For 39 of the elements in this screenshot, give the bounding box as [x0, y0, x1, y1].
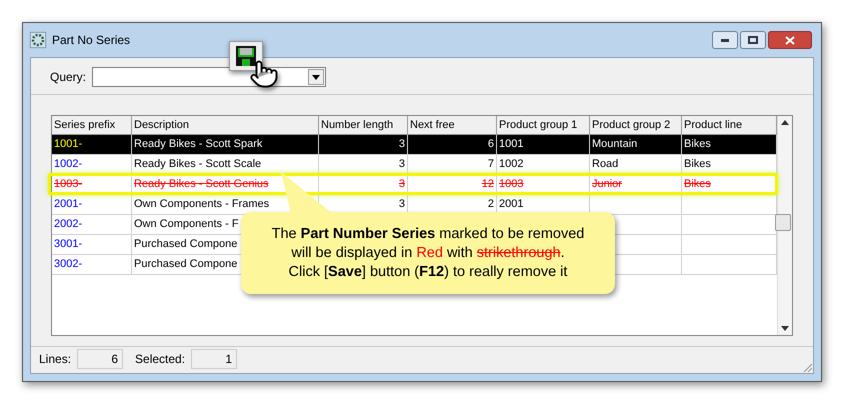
table-cell: 3: [398, 158, 405, 170]
selected-count: 1: [191, 349, 238, 369]
table-cell: 6: [488, 138, 494, 150]
table-cell: 3: [398, 138, 405, 150]
table-cell: 1001: [499, 138, 524, 150]
table-cell: Purchased Compone: [134, 258, 238, 270]
table-cell: 1001-: [54, 138, 82, 150]
table-cell: 2001: [499, 198, 524, 210]
lines-label: Lines:: [39, 351, 72, 368]
selected-label: Selected:: [135, 351, 186, 368]
table-cell: Own Components - Frames: [134, 198, 270, 210]
table-cell: Purchased Compone: [134, 238, 238, 250]
table-cell: Ready Bikes - Scott Spark: [134, 138, 262, 150]
lines-count: 6: [77, 349, 124, 369]
table-cell: 1003-: [54, 178, 82, 190]
table-cell: 3001-: [54, 238, 82, 250]
table-cell: Own Components - F: [134, 218, 239, 230]
table-cell: 1003: [499, 178, 524, 190]
table-cell: 2002-: [54, 218, 82, 230]
table-cell: 1002: [499, 158, 524, 170]
table-cell: Ready Bikes - Scott Genius: [134, 178, 269, 190]
table-cell: 7: [488, 158, 494, 170]
window-title: Part No Series: [52, 32, 130, 49]
table-cell: Road: [592, 158, 618, 170]
callout-text: The Part Number Series marked to be removed will be displayed in Red with strikethrough. Click [Save] button (F12) to really remove it: [272, 224, 584, 282]
table-cell: 2: [488, 198, 494, 210]
table-cell: Mountain: [592, 138, 638, 150]
table-cell: Bikes: [684, 158, 711, 170]
table-cell: 3: [398, 198, 405, 210]
table-cell: 12: [482, 178, 494, 190]
table-cell: 1002-: [54, 158, 82, 170]
query-label: Query:: [50, 68, 86, 86]
table-cell: Bikes: [684, 178, 711, 190]
table-cell: Junior: [592, 178, 622, 190]
table-cell: Ready Bikes - Scott Scale: [134, 158, 262, 170]
table-cell: 2001-: [54, 198, 82, 210]
table-cell: 3002-: [54, 258, 82, 270]
table-cell: Bikes: [684, 138, 711, 150]
table-cell: 3: [398, 178, 405, 190]
